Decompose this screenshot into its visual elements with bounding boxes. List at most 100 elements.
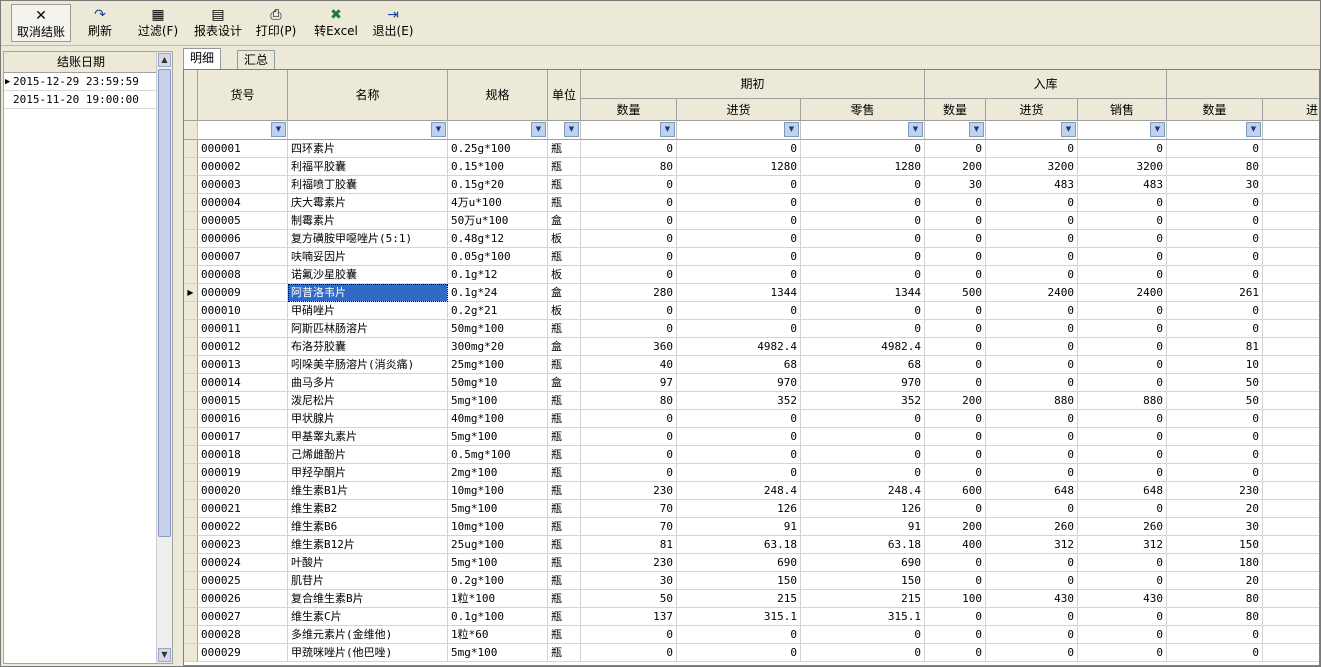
- row-indicator[interactable]: [184, 518, 198, 536]
- grid-cell-spec[interactable]: 5mg*100: [448, 500, 548, 518]
- grid-cell-opening-retail[interactable]: 690: [801, 554, 925, 572]
- grid-cell-inbound-purchase[interactable]: 0: [986, 356, 1078, 374]
- grid-cell-opening-retail[interactable]: 0: [801, 266, 925, 284]
- column-header-spec[interactable]: 规格: [448, 70, 548, 121]
- grid-cell-opening-qty[interactable]: 137: [581, 608, 677, 626]
- grid-cell-next-purchase[interactable]: [1263, 536, 1319, 554]
- row-indicator[interactable]: [184, 410, 198, 428]
- grid-cell-name[interactable]: 利福平胶囊: [288, 158, 448, 176]
- filter-cell-inbound-purchase[interactable]: ▼: [986, 121, 1078, 140]
- grid-cell-unit[interactable]: 瓶: [548, 194, 581, 212]
- grid-cell-code[interactable]: 000007: [198, 248, 288, 266]
- grid-cell-code[interactable]: 000011: [198, 320, 288, 338]
- grid-cell-opening-qty[interactable]: 0: [581, 230, 677, 248]
- grid-cell-opening-qty[interactable]: 0: [581, 626, 677, 644]
- grid-cell-inbound-sales[interactable]: 0: [1078, 248, 1167, 266]
- grid-cell-opening-qty[interactable]: 0: [581, 140, 677, 158]
- grid-cell-inbound-qty[interactable]: 0: [925, 500, 986, 518]
- grid-cell-unit[interactable]: 瓶: [548, 410, 581, 428]
- column-header-opening-purchase[interactable]: 进货: [677, 99, 801, 121]
- filter-cell-next-purchase[interactable]: [1263, 121, 1319, 140]
- grid-cell-name[interactable]: 叶酸片: [288, 554, 448, 572]
- filter-dropdown-icon[interactable]: ▼: [969, 122, 984, 137]
- grid-cell-name[interactable]: 曲马多片: [288, 374, 448, 392]
- grid-cell-name[interactable]: 阿斯匹林肠溶片: [288, 320, 448, 338]
- row-indicator[interactable]: [184, 140, 198, 158]
- grid-cell-next-purchase[interactable]: [1263, 518, 1319, 536]
- scrollbar-thumb[interactable]: [158, 69, 171, 537]
- grid-cell-inbound-purchase[interactable]: 0: [986, 248, 1078, 266]
- grid-cell-code[interactable]: 000026: [198, 590, 288, 608]
- grid-cell-opening-qty[interactable]: 0: [581, 248, 677, 266]
- grid-cell-code[interactable]: 000006: [198, 230, 288, 248]
- grid-cell-name[interactable]: 多维元素片(金维他): [288, 626, 448, 644]
- row-indicator[interactable]: [184, 356, 198, 374]
- grid-cell-name[interactable]: 维生素B6: [288, 518, 448, 536]
- column-header-opening-retail[interactable]: 零售: [801, 99, 925, 121]
- grid-cell-inbound-sales[interactable]: 0: [1078, 374, 1167, 392]
- grid-cell-spec[interactable]: 0.2g*100: [448, 572, 548, 590]
- grid-cell-opening-retail[interactable]: 0: [801, 194, 925, 212]
- grid-cell-unit[interactable]: 瓶: [548, 428, 581, 446]
- row-indicator[interactable]: [184, 536, 198, 554]
- row-indicator[interactable]: [184, 392, 198, 410]
- column-header-code[interactable]: 货号: [198, 70, 288, 121]
- grid-cell-opening-purchase[interactable]: 0: [677, 266, 801, 284]
- grid-cell-inbound-sales[interactable]: 0: [1078, 266, 1167, 284]
- grid-cell-name[interactable]: 甲硝唑片: [288, 302, 448, 320]
- grid-cell-inbound-sales[interactable]: 0: [1078, 194, 1167, 212]
- filter-dropdown-icon[interactable]: ▼: [271, 122, 286, 137]
- filter-cell-code[interactable]: ▼: [198, 121, 288, 140]
- grid-cell-next-purchase[interactable]: [1263, 194, 1319, 212]
- grid-cell-opening-retail[interactable]: 91: [801, 518, 925, 536]
- grid-cell-opening-qty[interactable]: 0: [581, 266, 677, 284]
- grid-cell-inbound-purchase[interactable]: 0: [986, 212, 1078, 230]
- grid-cell-inbound-sales[interactable]: 0: [1078, 446, 1167, 464]
- grid-cell-spec[interactable]: 25mg*100: [448, 356, 548, 374]
- grid-cell-inbound-sales[interactable]: 0: [1078, 338, 1167, 356]
- grid-cell-opening-retail[interactable]: 352: [801, 392, 925, 410]
- row-indicator[interactable]: [184, 554, 198, 572]
- grid-cell-spec[interactable]: 0.1g*100: [448, 608, 548, 626]
- grid-cell-inbound-sales[interactable]: 0: [1078, 356, 1167, 374]
- grid-cell-next-qty[interactable]: 50: [1167, 392, 1263, 410]
- grid-cell-code[interactable]: 000014: [198, 374, 288, 392]
- grid-cell-opening-purchase[interactable]: 315.1: [677, 608, 801, 626]
- grid-cell-opening-retail[interactable]: 0: [801, 302, 925, 320]
- grid-cell-spec[interactable]: 40mg*100: [448, 410, 548, 428]
- grid-cell-next-purchase[interactable]: [1263, 248, 1319, 266]
- grid-cell-next-purchase[interactable]: [1263, 428, 1319, 446]
- grid-cell-next-purchase[interactable]: [1263, 446, 1319, 464]
- grid-cell-inbound-qty[interactable]: 30: [925, 176, 986, 194]
- grid-cell-unit[interactable]: 盒: [548, 338, 581, 356]
- grid-cell-next-purchase[interactable]: [1263, 320, 1319, 338]
- grid-cell-opening-qty[interactable]: 80: [581, 158, 677, 176]
- grid-cell-next-qty[interactable]: 0: [1167, 410, 1263, 428]
- grid-cell-spec[interactable]: 1粒*100: [448, 590, 548, 608]
- grid-cell-opening-qty[interactable]: 0: [581, 176, 677, 194]
- grid-cell-name[interactable]: 吲哚美辛肠溶片(消炎痛): [288, 356, 448, 374]
- grid-cell-inbound-purchase[interactable]: 312: [986, 536, 1078, 554]
- grid-cell-opening-retail[interactable]: 0: [801, 464, 925, 482]
- grid-cell-inbound-qty[interactable]: 200: [925, 518, 986, 536]
- row-indicator[interactable]: [184, 428, 198, 446]
- grid-cell-opening-purchase[interactable]: 248.4: [677, 482, 801, 500]
- grid-cell-inbound-sales[interactable]: 312: [1078, 536, 1167, 554]
- filter-cell-spec[interactable]: ▼: [448, 121, 548, 140]
- tab-detail[interactable]: 明细: [183, 48, 222, 69]
- grid-cell-opening-retail[interactable]: 68: [801, 356, 925, 374]
- grid-cell-opening-purchase[interactable]: 0: [677, 302, 801, 320]
- grid-cell-inbound-purchase[interactable]: 0: [986, 374, 1078, 392]
- filter-dropdown-icon[interactable]: ▼: [908, 122, 923, 137]
- grid-cell-opening-qty[interactable]: 0: [581, 320, 677, 338]
- grid-cell-inbound-sales[interactable]: 0: [1078, 554, 1167, 572]
- column-header-next-purchase[interactable]: 进: [1263, 99, 1319, 121]
- grid-cell-inbound-sales[interactable]: 0: [1078, 644, 1167, 662]
- grid-cell-next-purchase[interactable]: [1263, 302, 1319, 320]
- grid-cell-unit[interactable]: 瓶: [548, 482, 581, 500]
- grid-cell-inbound-purchase[interactable]: 0: [986, 644, 1078, 662]
- grid-cell-opening-qty[interactable]: 70: [581, 518, 677, 536]
- grid-cell-inbound-sales[interactable]: 0: [1078, 572, 1167, 590]
- row-indicator[interactable]: [184, 608, 198, 626]
- grid-cell-next-purchase[interactable]: [1263, 554, 1319, 572]
